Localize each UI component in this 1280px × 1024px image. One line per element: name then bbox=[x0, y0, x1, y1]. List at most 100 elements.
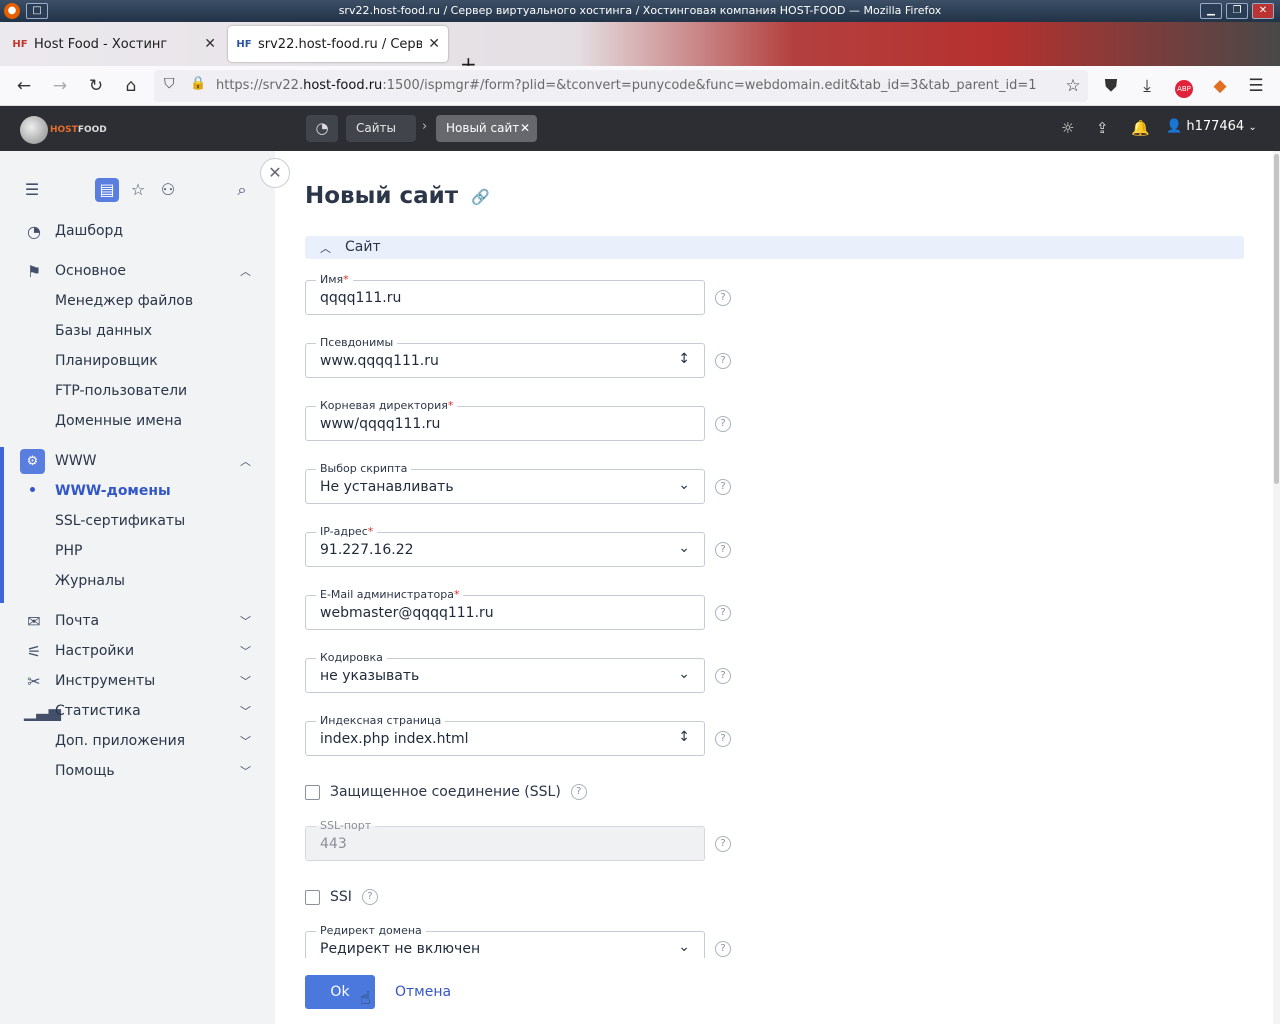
logo-circle-icon bbox=[20, 116, 48, 144]
sidebar-group-www[interactable]: WWW ︿ bbox=[0, 447, 275, 475]
breadcrumb-sites[interactable]: Сайты bbox=[346, 115, 416, 142]
sidebar-group-settings[interactable]: ⚟ Настройки ﹀ bbox=[0, 637, 275, 665]
admin-email-field[interactable]: E-Mail администратора* webmaster@qqqq111… bbox=[305, 588, 705, 630]
scrollbar[interactable] bbox=[1273, 151, 1280, 1024]
cancel-link[interactable]: Отмена bbox=[395, 984, 451, 1000]
help-icon[interactable]: ? bbox=[715, 836, 731, 852]
url-bar[interactable]: ⛉ 🔒 https://srv22.host-food.ru:1500/ispm… bbox=[154, 70, 1088, 102]
downloads-icon[interactable]: ⤓ bbox=[1135, 74, 1159, 98]
hostfood-favicon: HF bbox=[236, 38, 252, 50]
close-tab-icon[interactable]: ✕ bbox=[204, 36, 216, 52]
sidebar-item-scheduler[interactable]: Планировщик bbox=[55, 353, 158, 369]
sidebar-group-main[interactable]: ⚑ Основное ︿ bbox=[0, 257, 275, 285]
pocket-icon[interactable]: ⛊ bbox=[1099, 74, 1123, 98]
close-breadcrumb-icon[interactable]: ✕ bbox=[520, 115, 530, 142]
encoding-select[interactable]: Кодировка не указывать ⌄ bbox=[305, 651, 705, 693]
help-icon[interactable]: ? bbox=[715, 416, 731, 432]
back-icon[interactable]: ← bbox=[12, 74, 36, 98]
sidebar-group-help[interactable]: Помощь ﹀ bbox=[0, 757, 275, 785]
resize-vertical-icon[interactable]: ↕ bbox=[678, 351, 690, 367]
shield-icon[interactable]: ⛉ bbox=[164, 76, 175, 92]
search-icon[interactable]: ⌕ bbox=[230, 178, 254, 202]
help-icon[interactable]: ? bbox=[715, 353, 731, 369]
breadcrumb-new-site[interactable]: Новый сайт ✕ bbox=[436, 115, 537, 142]
sidebar-item-dashboard[interactable]: ◔ Дашборд bbox=[0, 217, 275, 245]
resize-vertical-icon[interactable]: ↕ bbox=[678, 729, 690, 745]
chevron-down-icon: ⌄ bbox=[678, 477, 690, 493]
sidebar-item-logs[interactable]: Журналы bbox=[55, 573, 125, 589]
ssi-checkbox[interactable] bbox=[305, 889, 320, 905]
shortcuts-icon[interactable]: ⚇ bbox=[156, 178, 180, 202]
extension-icon[interactable]: ◆ bbox=[1208, 74, 1232, 98]
sidebar-group-apps[interactable]: Доп. приложения ﹀ bbox=[0, 727, 275, 755]
window-menu-icon[interactable]: □ bbox=[26, 3, 48, 19]
collapse-sidebar-close-icon[interactable]: ✕ bbox=[260, 158, 290, 188]
sidebar-item-ssl-certificates[interactable]: SSL-сертификаты bbox=[55, 513, 185, 529]
sidebar-group-statistics[interactable]: ▁▃▅ Статистика ﹀ bbox=[0, 697, 275, 725]
menu-icon[interactable]: ☰ bbox=[1244, 74, 1268, 98]
theme-sun-icon[interactable]: ☼ bbox=[1061, 119, 1074, 137]
flag-icon: ⚑ bbox=[26, 261, 42, 281]
aliases-field[interactable]: Псевдонимы www.qqqq111.ru ↕ bbox=[305, 336, 705, 378]
tab-host-food[interactable]: HF Host Food - Хостинг ✕ bbox=[4, 26, 224, 62]
sidebar-group-tools[interactable]: ✂ Инструменты ﹀ bbox=[0, 667, 275, 695]
sidebar: ☰ ▤ ☆ ⚇ ⌕ ◔ Дашборд ⚑ Основное ︿ Менедже… bbox=[0, 151, 275, 1024]
help-icon[interactable]: ? bbox=[715, 479, 731, 495]
sidebar-group-mail[interactable]: ✉ Почта ﹀ bbox=[0, 607, 275, 635]
url-text[interactable]: https://srv22.host-food.ru:1500/ispmgr#/… bbox=[216, 78, 1037, 93]
name-field[interactable]: Имя* qqqq111.ru bbox=[305, 273, 705, 315]
help-icon[interactable]: ? bbox=[715, 731, 731, 747]
home-icon[interactable]: ⌂ bbox=[119, 74, 143, 98]
help-icon[interactable]: ? bbox=[715, 290, 731, 306]
help-icon[interactable]: ? bbox=[715, 941, 731, 957]
sidebar-item-ftp-users[interactable]: FTP-пользователи bbox=[55, 383, 187, 399]
user-menu[interactable]: 👤 h177464 ⌄ bbox=[1166, 119, 1257, 134]
help-icon[interactable]: ? bbox=[715, 605, 731, 621]
breadcrumb-separator-icon: › bbox=[422, 119, 428, 134]
form-footer: Ok Отмена bbox=[275, 958, 1280, 1024]
bookmark-star-icon[interactable]: ☆ bbox=[1061, 74, 1085, 98]
list-view-icon[interactable]: ▤ bbox=[95, 178, 119, 202]
index-page-field[interactable]: Индексная страница index.php index.html … bbox=[305, 714, 705, 756]
adblock-icon[interactable]: ABP bbox=[1172, 74, 1196, 98]
maximize-button[interactable]: ❐ bbox=[1226, 3, 1248, 19]
tools-icon: ✂ bbox=[27, 671, 41, 691]
ssi-checkbox-row: SSI ? bbox=[305, 889, 378, 905]
chevron-down-icon: ⌄ bbox=[678, 939, 690, 955]
navigation-toolbar: ← → ↻ ⌂ ⛉ 🔒 https://srv22.host-food.ru:1… bbox=[0, 66, 1280, 106]
notifications-bell-icon[interactable]: 🔔 bbox=[1131, 119, 1150, 137]
script-select[interactable]: Выбор скрипта Не устанавливать ⌄ bbox=[305, 462, 705, 504]
close-tab-icon[interactable]: ✕ bbox=[428, 36, 440, 52]
ip-address-select[interactable]: IP-адрес* 91.227.16.22 ⌄ bbox=[305, 525, 705, 567]
sidebar-item-php[interactable]: PHP bbox=[55, 543, 82, 559]
reload-icon[interactable]: ↻ bbox=[84, 74, 108, 98]
tab-srv22[interactable]: HF srv22.host-food.ru / Сервер ✕ bbox=[228, 26, 448, 62]
hostfood-logo[interactable]: HOSTFOOD bbox=[20, 116, 107, 144]
minimize-button[interactable]: ▁ bbox=[1200, 3, 1222, 19]
scrollbar-thumb[interactable] bbox=[1274, 154, 1279, 484]
favorites-star-icon[interactable]: ☆ bbox=[126, 178, 150, 202]
help-icon[interactable]: ? bbox=[570, 784, 587, 800]
chevron-down-icon: ﹀ bbox=[240, 615, 251, 628]
section-header-site[interactable]: ︿ Сайт bbox=[305, 236, 1244, 259]
help-icon[interactable]: ? bbox=[715, 668, 731, 684]
lock-icon[interactable]: 🔒 bbox=[190, 76, 206, 91]
ssl-checkbox[interactable] bbox=[305, 784, 320, 800]
sidebar-item-databases[interactable]: Базы данных bbox=[55, 323, 152, 339]
help-icon[interactable]: ? bbox=[715, 542, 731, 558]
close-window-button[interactable]: ✕ bbox=[1252, 3, 1274, 19]
sidebar-item-file-manager[interactable]: Менеджер файлов bbox=[55, 293, 193, 309]
help-icon[interactable]: ? bbox=[361, 889, 378, 905]
forward-icon[interactable]: → bbox=[48, 74, 72, 98]
chevron-down-icon: ﹀ bbox=[240, 645, 251, 658]
link-icon[interactable]: 🔗 bbox=[471, 188, 490, 206]
root-directory-field[interactable]: Корневая директория* www/qqqq111.ru bbox=[305, 399, 705, 441]
ssl-port-field: SSL-порт 443 bbox=[305, 819, 705, 861]
chevron-down-icon: ⌄ bbox=[1248, 122, 1257, 133]
upload-icon[interactable]: ⇪ bbox=[1096, 119, 1109, 137]
dashboard-icon[interactable]: ◔ bbox=[306, 115, 338, 142]
window-title: srv22.host-food.ru / Сервер виртуального… bbox=[338, 4, 942, 17]
sidebar-item-domain-names[interactable]: Доменные имена bbox=[55, 413, 182, 429]
sidebar-item-www-domains[interactable]: WWW-домены bbox=[55, 483, 171, 499]
menu-toggle-icon[interactable]: ☰ bbox=[20, 178, 44, 202]
